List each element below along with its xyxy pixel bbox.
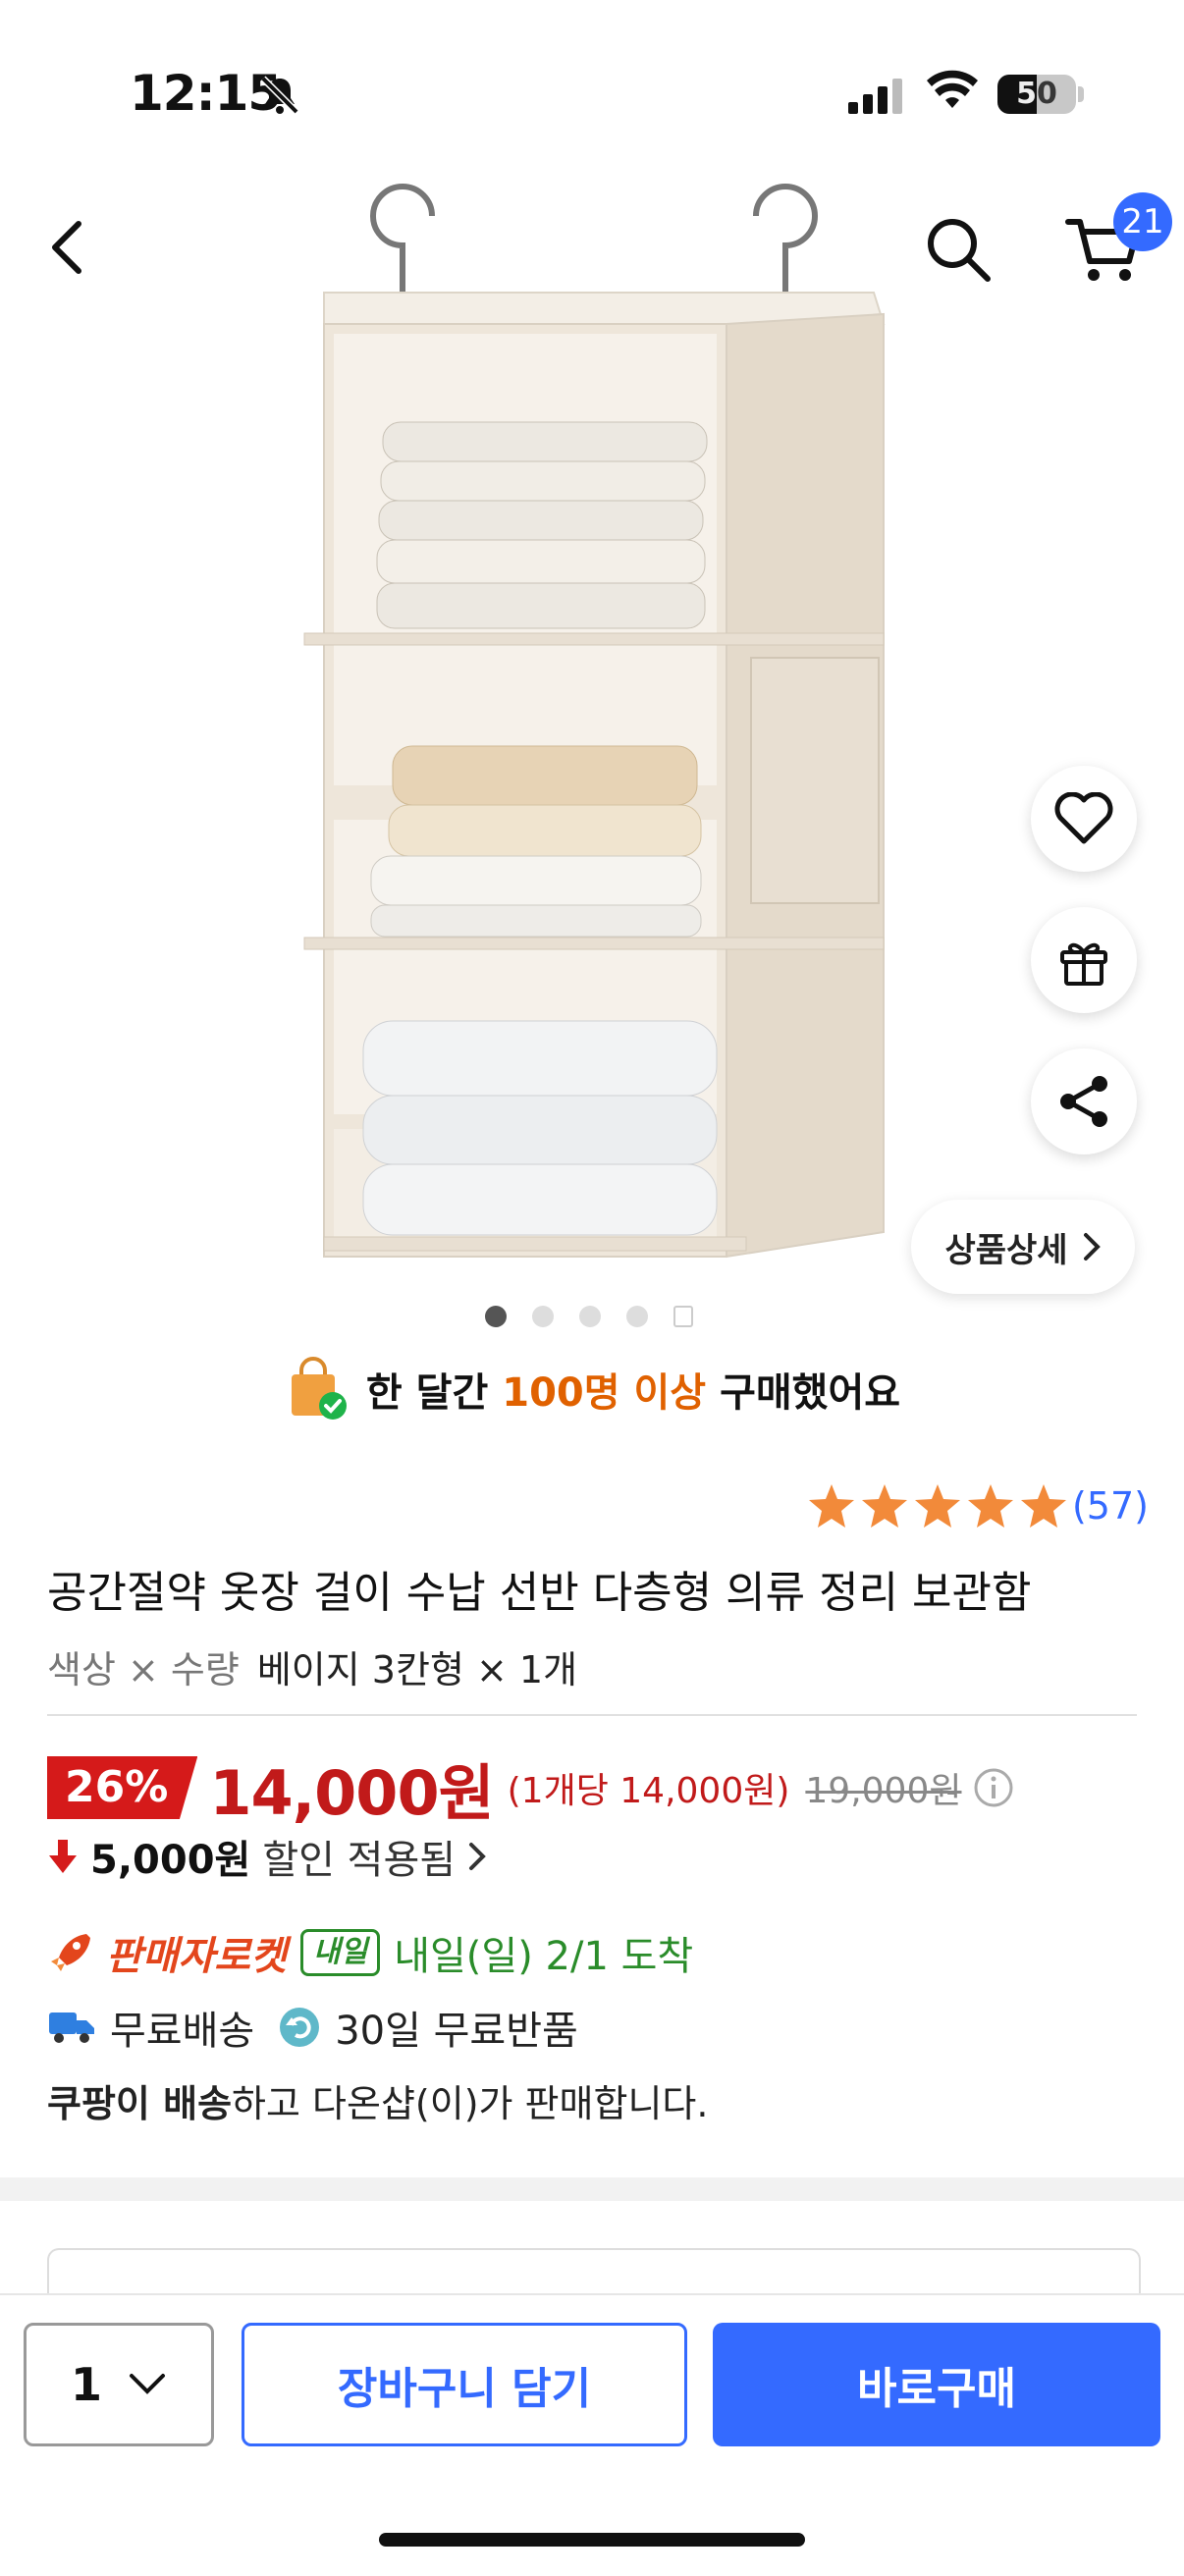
battery-cap	[1078, 86, 1084, 102]
section-separator	[0, 2177, 1184, 2201]
purchase-notice: 한 달간 100명 이상 구매했어요	[0, 1355, 1184, 1423]
pager-dot[interactable]	[532, 1306, 554, 1327]
pager-dot[interactable]	[579, 1306, 601, 1327]
pager-dot[interactable]	[626, 1306, 648, 1327]
shipping-info: 무료배송 30일 무료반품	[47, 1999, 578, 2056]
search-button[interactable]	[923, 214, 994, 289]
heart-icon	[1054, 792, 1113, 844]
shopping-bag-check-icon	[291, 1357, 347, 1420]
gift-icon	[1060, 942, 1107, 986]
quantity-value: 1	[70, 2358, 102, 2411]
free-shipping: 무료배송	[110, 2009, 255, 2054]
wifi-icon	[925, 69, 980, 116]
cart-count-badge: 21	[1113, 192, 1172, 251]
price-row: 26% 14,000원 (1개당 14,000원) 19,000원	[47, 1744, 1014, 1832]
free-return: 30일 무료반품	[335, 2009, 578, 2054]
product-detail-button[interactable]: 상품상세	[911, 1200, 1135, 1294]
truck-icon	[49, 2012, 94, 2043]
info-icon[interactable]	[973, 1767, 1014, 1808]
image-pager[interactable]	[485, 1306, 693, 1327]
bell-muted-icon	[257, 73, 302, 122]
divider	[47, 1714, 1137, 1716]
arrival-date: 내일(일) 2/1 도착	[394, 1934, 694, 1979]
chevron-right-icon	[1083, 1233, 1101, 1261]
rating[interactable]: (57)	[807, 1482, 1149, 1530]
star-icon-group	[807, 1482, 1068, 1530]
rocket-icon	[51, 1934, 90, 1971]
wishlist-button[interactable]	[1031, 766, 1137, 872]
star-icon	[914, 1484, 960, 1528]
purchase-notice-prefix: 한 달간	[365, 1370, 489, 1416]
buy-now-button[interactable]: 바로구매	[713, 2323, 1160, 2446]
gift-button[interactable]	[1031, 907, 1137, 1013]
product-image[interactable]	[295, 167, 903, 1276]
purchase-notice-suffix: 구매했어요	[720, 1370, 901, 1416]
home-indicator	[379, 2533, 805, 2547]
tomorrow-tag: 내일	[300, 1929, 381, 1976]
purchase-notice-highlight: 100명 이상	[502, 1370, 707, 1416]
selected-option[interactable]: 색상 × 수량 베이지 3칸형 × 1개	[47, 1639, 577, 1693]
sale-price: 14,000원	[209, 1757, 494, 1829]
star-icon	[967, 1484, 1013, 1528]
discount-applied[interactable]: 5,000원 할인 적용됨	[47, 1828, 487, 1885]
star-icon	[861, 1484, 907, 1528]
quantity-select[interactable]: 1	[24, 2323, 214, 2446]
seller-info: 쿠팡이 배송하고 다온샵(이)가 판매합니다.	[47, 2073, 708, 2127]
option-value: 베이지 3칸형 × 1개	[256, 1648, 578, 1691]
battery-indicator: 50	[997, 75, 1076, 114]
chevron-down-icon	[130, 2374, 165, 2394]
back-button[interactable]	[45, 218, 88, 281]
pager-grid-icon[interactable]	[673, 1306, 693, 1327]
review-count[interactable]: (57)	[1072, 1484, 1149, 1528]
saving-text: 할인 적용됨	[262, 1838, 457, 1883]
arrow-down-icon	[49, 1840, 77, 1873]
add-to-cart-button[interactable]: 장바구니 담기	[242, 2323, 687, 2446]
cellular-signal-icon	[848, 79, 903, 118]
share-icon	[1060, 1076, 1107, 1127]
option-label: 색상 × 수량	[47, 1648, 240, 1691]
star-icon	[1020, 1484, 1066, 1528]
saving-amount: 5,000원	[90, 1838, 251, 1883]
seller-bold: 쿠팡이 배송	[47, 2082, 233, 2125]
star-icon	[808, 1484, 854, 1528]
battery-level: 50	[1016, 77, 1057, 111]
rocket-brand: 판매자로켓	[106, 1934, 287, 1979]
seller-rest: 하고 다온샵(이)가 판매합니다.	[232, 2082, 709, 2125]
delivery-info: 판매자로켓 내일 내일(일) 2/1 도착	[47, 1924, 693, 1981]
product-detail-label: 상품상세	[944, 1230, 1068, 1270]
discount-badge: 26%	[47, 1756, 198, 1819]
pager-dot-active[interactable]	[485, 1306, 507, 1327]
search-icon	[928, 219, 991, 282]
original-price: 19,000원	[805, 1771, 962, 1811]
return-icon	[280, 2008, 320, 2047]
chevron-right-icon	[469, 1843, 486, 1870]
unit-price: (1개당 14,000원)	[507, 1771, 790, 1811]
product-title: 공간절약 옷장 걸이 수납 선반 다층형 의류 정리 보관함	[47, 1568, 1032, 1618]
share-button[interactable]	[1031, 1048, 1137, 1154]
